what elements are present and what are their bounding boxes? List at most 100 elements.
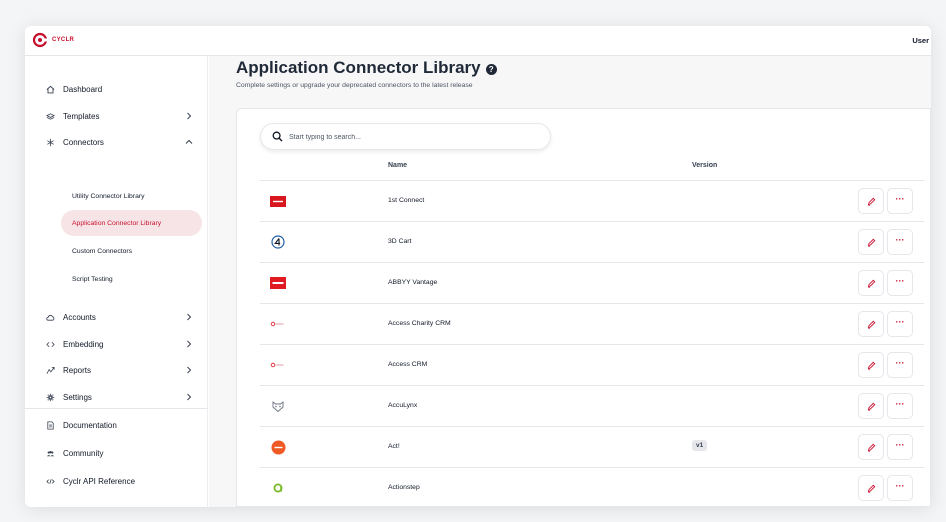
pencil-icon (867, 361, 875, 370)
cyclr-logo[interactable]: CYCLR (32, 32, 74, 48)
pencil-icon (867, 279, 875, 288)
edit-button[interactable] (858, 393, 884, 419)
more-options-button[interactable]: ··· (887, 475, 913, 501)
more-dots-icon: ··· (895, 316, 905, 327)
edit-button[interactable] (858, 229, 884, 255)
chevron-right-icon (187, 340, 192, 348)
more-dots-icon: ··· (895, 193, 905, 204)
sidebar-subitem-label: Custom Connectors (72, 247, 133, 255)
sidebar-item-community[interactable]: Community (25, 442, 208, 464)
top-bar: CYCLR User (25, 26, 931, 56)
sidebar-subitem-custom-connectors[interactable]: Custom Connectors (61, 238, 202, 264)
pencil-icon (867, 484, 875, 493)
table-row: Actionstep ··· (260, 468, 924, 507)
user-menu[interactable]: User (912, 36, 929, 45)
sidebar-subitem-application-connector-library[interactable]: Application Connector Library (61, 210, 202, 236)
sidebar-divider (25, 408, 208, 409)
app-window: CYCLR User Dashboard Templates Connector… (25, 26, 931, 507)
help-icon[interactable]: ? (485, 63, 497, 75)
edit-button[interactable] (858, 270, 884, 296)
sidebar-subitem-label: Script Testing (72, 275, 113, 283)
edit-button[interactable] (858, 352, 884, 378)
connector-name: 3D Cart (388, 238, 412, 245)
connector-name: Act! (388, 443, 400, 450)
cloud-icon (45, 312, 55, 322)
main-content: Application Connector Library ? Complete… (209, 56, 931, 507)
more-options-button[interactable]: ··· (887, 393, 913, 419)
more-options-button[interactable]: ··· (887, 311, 913, 337)
chevron-right-icon (187, 112, 192, 120)
column-header-name[interactable]: Name (388, 162, 407, 169)
connector-name: ABBYY Vantage (388, 279, 438, 286)
code-icon (45, 339, 55, 349)
abbyy-logo (268, 276, 288, 290)
pencil-icon (867, 238, 875, 247)
connector-name: 1st Connect (388, 197, 425, 204)
column-header-version[interactable]: Version (692, 162, 717, 169)
pencil-icon (867, 320, 875, 329)
sidebar-item-label: Settings (63, 392, 92, 402)
connector-table-card: Name Version 1st Connect ··· 3D Cart ··· (236, 108, 931, 507)
chevron-right-icon (187, 393, 192, 401)
sidebar-item-templates[interactable]: Templates (25, 105, 208, 127)
sidebar-item-settings[interactable]: Settings (25, 386, 208, 408)
sidebar-item-label: Documentation (63, 420, 117, 430)
table-row: AccuLynx ··· (260, 386, 924, 427)
sidebar-item-label: Accounts (63, 312, 96, 322)
sidebar-item-cyclr-api-reference[interactable]: Cyclr API Reference (25, 470, 208, 492)
more-dots-icon: ··· (895, 275, 905, 286)
table-row: 3D Cart ··· (260, 222, 924, 263)
sidebar-item-embedding[interactable]: Embedding (25, 333, 208, 355)
sidebar-subitem-utility-connector-library[interactable]: Utility Connector Library (61, 183, 202, 209)
document-icon (45, 420, 55, 430)
pencil-icon (867, 443, 875, 452)
connector-name: Access CRM (388, 361, 428, 368)
edit-button[interactable] (858, 434, 884, 460)
sidebar-subitem-label: Utility Connector Library (72, 192, 145, 200)
search-input[interactable] (289, 130, 539, 144)
more-dots-icon: ··· (895, 480, 905, 491)
sidebar-item-connectors[interactable]: Connectors (25, 131, 208, 153)
more-options-button[interactable]: ··· (887, 188, 913, 214)
edit-button[interactable] (858, 311, 884, 337)
access-logo (268, 317, 288, 331)
sidebar-item-accounts[interactable]: Accounts (25, 306, 208, 328)
sidebar-item-reports[interactable]: Reports (25, 359, 208, 381)
sidebar-item-label: Connectors (63, 137, 104, 147)
sidebar-item-label: Cyclr API Reference (63, 476, 136, 486)
more-options-button[interactable]: ··· (887, 434, 913, 460)
sidebar-item-label: Dashboard (63, 84, 103, 94)
pencil-icon (867, 402, 875, 411)
1st-connect-logo (268, 194, 288, 208)
more-options-button[interactable]: ··· (887, 352, 913, 378)
asterisk-icon (45, 137, 55, 147)
edit-button[interactable] (858, 188, 884, 214)
sidebar-subitem-script-testing[interactable]: Script Testing (61, 266, 202, 292)
page-title: Application Connector Library ? (236, 58, 497, 78)
gear-icon (45, 392, 55, 402)
cyclr-logo-icon (32, 32, 48, 48)
chart-icon (45, 365, 55, 375)
more-options-button[interactable]: ··· (887, 229, 913, 255)
more-dots-icon: ··· (895, 357, 905, 368)
chevron-right-icon (187, 313, 192, 321)
table-row: Access CRM ··· (260, 345, 924, 386)
sidebar-item-dashboard[interactable]: Dashboard (25, 78, 208, 100)
more-options-button[interactable]: ··· (887, 270, 913, 296)
3d-cart-logo (268, 235, 288, 249)
layers-icon (45, 111, 55, 121)
sidebar-item-label: Embedding (63, 339, 104, 349)
chevron-right-icon (187, 366, 192, 374)
more-dots-icon: ··· (895, 398, 905, 409)
logo-text: CYCLR (52, 37, 75, 43)
more-dots-icon: ··· (895, 234, 905, 245)
page-title-text: Application Connector Library (236, 58, 481, 77)
acculynx-logo (268, 399, 288, 413)
table-row: 1st Connect ··· (260, 181, 924, 222)
connector-name: Actionstep (388, 484, 420, 491)
code-tag-icon (45, 476, 55, 486)
table-row: Act! v1 ··· (260, 427, 924, 468)
sidebar-item-documentation[interactable]: Documentation (25, 414, 208, 436)
connector-name: Access Charity CRM (388, 320, 451, 327)
edit-button[interactable] (858, 475, 884, 501)
